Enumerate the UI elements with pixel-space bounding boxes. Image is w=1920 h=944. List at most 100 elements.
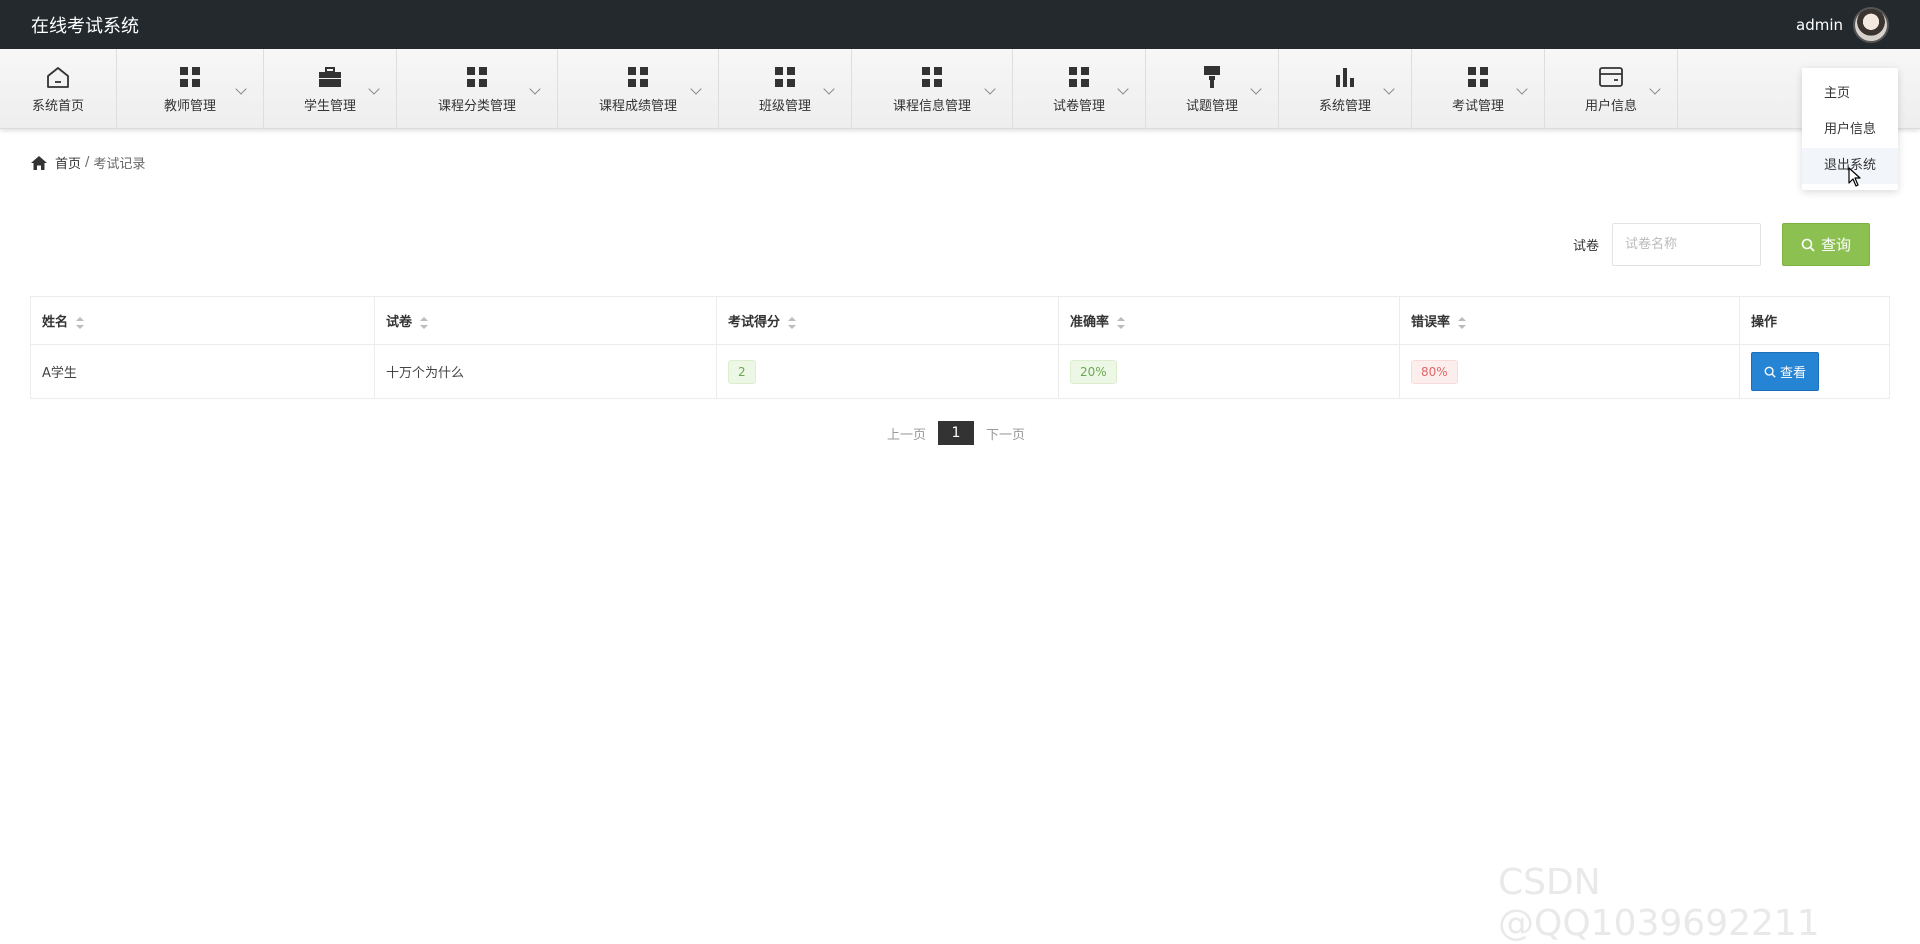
cell-actions: 查看 [1739,344,1890,399]
nav-label: 系统首页 [31,99,84,114]
exam-records-table: 姓名 试卷 考试得分 准确率 错误率 操作 A学生 十万个为什么 2 20% 8… [30,296,1890,399]
column-header-paper[interactable]: 试卷 [374,296,717,345]
user-menu[interactable]: admin [1796,6,1889,43]
nav-item-course-category[interactable]: 课程分类管理 [397,49,558,129]
breadcrumb: 首页 / 考试记录 [31,153,145,172]
column-header-label: 考试得分 [728,315,781,330]
accuracy-badge: 20% [1070,359,1117,384]
column-header-score[interactable]: 考试得分 [716,296,1059,345]
nav-item-course-info[interactable]: 课程信息管理 [852,49,1013,129]
grid-icon [628,64,648,90]
home-icon[interactable] [31,155,47,170]
cell-accuracy: 20% [1058,344,1400,399]
column-header-actions: 操作 [1739,296,1890,345]
search-label: 试卷 [1573,239,1600,254]
user-name[interactable]: admin [1796,16,1843,34]
search-button[interactable]: 查询 [1782,223,1870,266]
nav-item-system[interactable]: 系统管理 [1279,49,1412,129]
top-header: 在线考试系统 admin [0,0,1920,49]
table-header-row: 姓名 试卷 考试得分 准确率 错误率 操作 [30,296,1890,345]
column-header-label: 错误率 [1411,315,1451,330]
avatar[interactable] [1853,6,1889,43]
mouse-cursor-icon [1848,167,1862,191]
nav-item-home[interactable]: 系统首页 [0,49,117,129]
grid-icon [1069,64,1089,90]
nav-label: 课程信息管理 [892,99,971,114]
nav-label: 学生管理 [303,99,356,114]
chevron-down-icon [368,83,380,95]
chevron-down-icon [690,83,702,95]
chevron-down-icon [529,83,541,95]
nav-item-teachers[interactable]: 教师管理 [117,49,264,129]
search-icon [1764,366,1776,378]
sort-icon[interactable] [1117,316,1126,329]
cell-paper: 十万个为什么 [374,344,717,399]
bar-chart-icon [1335,64,1355,90]
chevron-down-icon [984,83,996,95]
breadcrumb-current: 考试记录 [93,157,146,172]
cell-error-rate: 80% [1399,344,1740,399]
view-button[interactable]: 查看 [1751,352,1820,391]
nav-label: 课程分类管理 [437,99,516,114]
column-header-label: 操作 [1751,315,1778,330]
score-badge: 2 [728,359,756,384]
search-input[interactable] [1612,223,1761,266]
chevron-down-icon [1516,83,1528,95]
nav-item-classes[interactable]: 班级管理 [719,49,852,129]
nav-label: 系统管理 [1318,99,1371,114]
grid-icon [180,64,200,90]
sort-icon[interactable] [1458,316,1467,329]
main-nav: 系统首页 教师管理 学生管理 课程分类管理 课程成绩管理 班级管理 课程信息管理… [0,49,1920,129]
chevron-down-icon [1117,83,1129,95]
nav-item-exams[interactable]: 考试管理 [1412,49,1545,129]
dropdown-item-user-info[interactable]: 用户信息 [1802,112,1898,148]
column-header-label: 试卷 [386,315,413,330]
column-header-error-rate[interactable]: 错误率 [1399,296,1740,345]
watermark: CSDN @QQ1039692211 [1498,862,1820,944]
column-header-label: 准确率 [1070,315,1110,330]
chevron-down-icon [823,83,835,95]
breadcrumb-home-link[interactable]: 首页 [55,153,81,172]
chevron-down-icon [1250,83,1262,95]
nav-label: 班级管理 [758,99,811,114]
nav-item-questions[interactable]: 试题管理 [1146,49,1279,129]
error-rate-badge: 80% [1411,359,1458,384]
sort-icon[interactable] [420,316,429,329]
nav-label: 考试管理 [1451,99,1504,114]
nav-label: 试题管理 [1185,99,1238,114]
grid-icon [775,64,795,90]
card-icon [1599,64,1623,90]
nav-item-papers[interactable]: 试卷管理 [1013,49,1146,129]
page-number-current[interactable]: 1 [938,421,975,445]
chevron-down-icon [1649,83,1661,95]
pagination: 上一页 1 下一页 [887,421,1025,445]
search-button-label: 查询 [1820,236,1851,254]
nav-item-user-info[interactable]: 用户信息 [1545,49,1678,129]
sort-icon[interactable] [76,316,85,329]
briefcase-icon [319,64,341,90]
view-button-label: 查看 [1780,366,1807,381]
chevron-down-icon [235,83,247,95]
nav-item-students[interactable]: 学生管理 [264,49,397,129]
grid-icon [467,64,487,90]
nav-label: 课程成绩管理 [598,99,677,114]
app-title: 在线考试系统 [31,15,139,37]
chevron-down-icon [1383,83,1395,95]
grid-icon [1468,64,1488,90]
grid-icon [922,64,942,90]
nav-label: 试卷管理 [1052,99,1105,114]
search-icon [1801,238,1815,252]
prev-page-button[interactable]: 上一页 [887,424,926,443]
table-row: A学生 十万个为什么 2 20% 80% 查看 [30,344,1890,399]
nav-item-course-scores[interactable]: 课程成绩管理 [558,49,719,129]
home-icon [45,64,71,90]
next-page-button[interactable]: 下一页 [986,424,1025,443]
cell-score: 2 [716,344,1059,399]
column-header-accuracy[interactable]: 准确率 [1058,296,1400,345]
dropdown-item-home[interactable]: 主页 [1802,76,1898,112]
sort-icon[interactable] [788,316,797,329]
column-header-label: 姓名 [42,315,69,330]
column-header-name[interactable]: 姓名 [30,296,375,345]
nav-label: 用户信息 [1584,99,1637,114]
paintbrush-icon [1203,64,1221,90]
